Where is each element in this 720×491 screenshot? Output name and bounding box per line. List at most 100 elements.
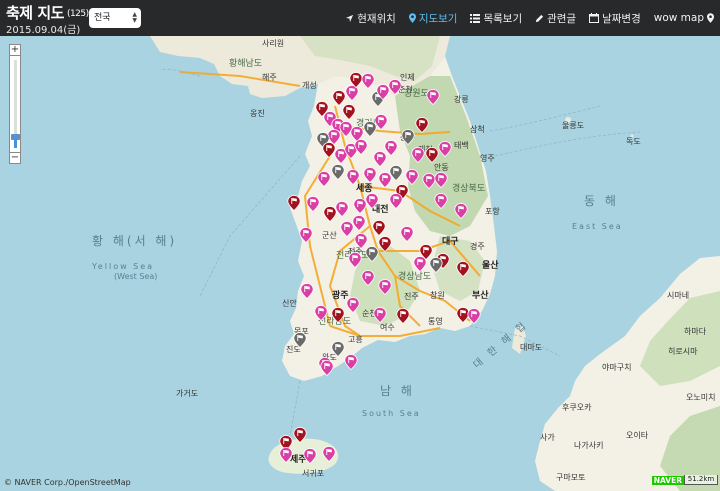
festival-marker[interactable]: [279, 447, 293, 464]
festival-marker[interactable]: [342, 104, 356, 121]
festival-marker[interactable]: [354, 139, 368, 156]
festival-marker[interactable]: [373, 307, 387, 324]
nav-list-view[interactable]: 목록보기: [470, 11, 522, 26]
label-fukuoka: 후쿠오카: [562, 403, 592, 412]
festival-marker[interactable]: [322, 446, 336, 463]
festival-marker[interactable]: [287, 195, 301, 212]
nav-wow-map[interactable]: wow map: [654, 12, 714, 24]
festival-marker[interactable]: [454, 203, 468, 220]
festival-marker[interactable]: [388, 79, 402, 96]
festival-marker[interactable]: [363, 167, 377, 184]
festival-marker[interactable]: [331, 307, 345, 324]
label-onomichi: 오노미치: [686, 393, 716, 402]
label-sinan: 신안: [282, 299, 297, 308]
list-icon: [470, 13, 481, 23]
festival-marker[interactable]: [299, 227, 313, 244]
festival-marker[interactable]: [314, 305, 328, 322]
current-date: 2015.09.04(금): [6, 25, 81, 36]
label-haeju: 해주: [262, 73, 277, 82]
festival-flag-icon: [344, 354, 358, 371]
festival-marker[interactable]: [429, 257, 443, 274]
festival-marker[interactable]: [389, 165, 403, 182]
festival-marker[interactable]: [365, 193, 379, 210]
festival-flag-icon: [361, 73, 375, 90]
label-yeosu: 여수: [380, 323, 395, 332]
festival-count: (125): [66, 9, 89, 19]
festival-flag-icon: [346, 297, 360, 314]
festival-marker[interactable]: [320, 360, 334, 377]
festival-flag-icon: [365, 246, 379, 263]
festival-marker[interactable]: [378, 236, 392, 253]
festival-marker[interactable]: [425, 147, 439, 164]
label-east-sea-en: East Sea: [572, 222, 623, 231]
label-samcheok: 삼척: [470, 125, 485, 134]
festival-flag-icon: [354, 139, 368, 156]
label-gageodo: 가거도: [176, 389, 199, 398]
festival-marker[interactable]: [456, 261, 470, 278]
festival-marker[interactable]: [438, 141, 452, 158]
festival-flag-icon: [378, 236, 392, 253]
festival-marker[interactable]: [293, 427, 307, 444]
nav-map-view[interactable]: 지도보기: [408, 11, 457, 26]
festival-flag-icon: [317, 171, 331, 188]
festival-flag-icon: [303, 448, 317, 465]
festival-marker[interactable]: [346, 169, 360, 186]
festival-marker[interactable]: [405, 169, 419, 186]
festival-marker[interactable]: [361, 73, 375, 90]
festival-marker[interactable]: [373, 151, 387, 168]
festival-marker[interactable]: [413, 256, 427, 273]
festival-marker[interactable]: [467, 308, 481, 325]
festival-marker[interactable]: [396, 308, 410, 325]
festival-flag-icon: [467, 308, 481, 325]
festival-marker[interactable]: [348, 252, 362, 269]
label-hiroshima: 히로시마: [668, 347, 698, 356]
festival-marker[interactable]: [335, 201, 349, 218]
festival-marker[interactable]: [378, 279, 392, 296]
label-oita: 오이타: [626, 431, 649, 440]
festival-flag-icon: [306, 196, 320, 213]
festival-marker[interactable]: [306, 196, 320, 213]
festival-marker[interactable]: [303, 448, 317, 465]
festival-marker[interactable]: [411, 147, 425, 164]
title-text: 축제 지도: [6, 4, 64, 22]
festival-flag-icon: [413, 256, 427, 273]
region-select[interactable]: 전국 ▲ ▼: [89, 8, 141, 28]
festival-marker[interactable]: [400, 226, 414, 243]
nav-label: wow map: [653, 12, 704, 24]
festival-marker[interactable]: [426, 89, 440, 106]
top-bar: 축제 지도 (125) 2015.09.04(금) 전국 ▲ ▼ 현재위치 지도보기…: [0, 0, 720, 36]
festival-marker[interactable]: [293, 332, 307, 349]
festival-marker[interactable]: [331, 164, 345, 181]
festival-marker[interactable]: [300, 283, 314, 300]
festival-marker[interactable]: [317, 171, 331, 188]
festival-marker[interactable]: [361, 270, 375, 287]
festival-marker[interactable]: [363, 121, 377, 138]
label-hwanghae: 황해남도: [229, 59, 263, 69]
zoom-in-button[interactable]: +: [9, 44, 21, 56]
festival-marker[interactable]: [401, 129, 415, 146]
festival-marker[interactable]: [434, 172, 448, 189]
festival-marker[interactable]: [372, 220, 386, 237]
festival-map[interactable]: 황해남도 사리원 해주 옹진 개성 강원도 인제 춘천 강릉 삼척 울릉도 독도…: [0, 36, 720, 491]
festival-marker[interactable]: [344, 354, 358, 371]
nav-related-posts[interactable]: 관련글: [535, 11, 576, 26]
festival-marker[interactable]: [415, 117, 429, 134]
festival-marker[interactable]: [346, 297, 360, 314]
festival-flag-icon: [425, 147, 439, 164]
zoom-out-button[interactable]: −: [9, 152, 21, 164]
zoom-handle[interactable]: [11, 134, 20, 141]
festival-marker[interactable]: [352, 215, 366, 232]
festival-flag-icon: [415, 117, 429, 134]
nav-current-location[interactable]: 현재위치: [345, 11, 396, 26]
festival-flag-icon: [287, 195, 301, 212]
festival-marker[interactable]: [434, 193, 448, 210]
naver-logo[interactable]: NAVER: [651, 476, 684, 485]
festival-marker[interactable]: [389, 193, 403, 210]
zoom-slider[interactable]: [9, 56, 21, 152]
festival-flag-icon: [400, 226, 414, 243]
map-pin-icon: [707, 13, 714, 23]
nav-change-date[interactable]: 날짜변경: [589, 11, 641, 26]
festival-marker[interactable]: [365, 246, 379, 263]
festival-flag-icon: [331, 307, 345, 324]
festival-marker[interactable]: [331, 341, 345, 358]
